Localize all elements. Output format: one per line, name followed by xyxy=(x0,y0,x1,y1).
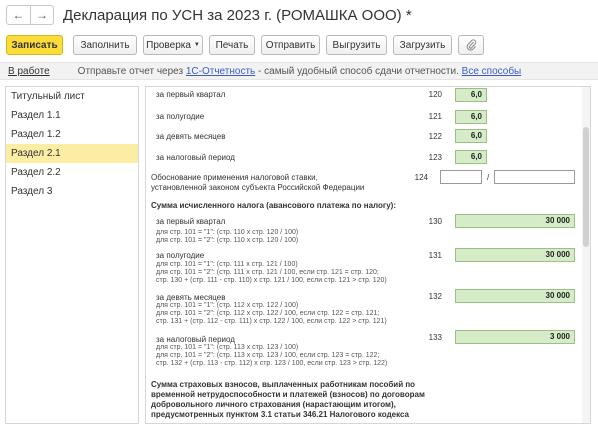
rate-row-code: 121 xyxy=(428,112,442,121)
scrollbar-thumb[interactable] xyxy=(583,127,589,247)
tax-row-code: 132 xyxy=(428,292,442,301)
insurance-heading: временной нетрудоспособности и платежей … xyxy=(151,390,425,399)
info-text-middle: - самый удобный способ сдачи отчетности. xyxy=(255,65,462,77)
insurance-heading: добровольного личного страхования (нарас… xyxy=(151,400,396,409)
tax-row-label: за первый квартал xyxy=(156,217,226,226)
sidebar-item-section-2-2[interactable]: Раздел 2.2 xyxy=(6,163,138,182)
tax-row-code: 130 xyxy=(428,217,442,226)
toolbar: Записать Заполнить Проверка ▼ Печать Отп… xyxy=(0,35,598,57)
tax-row-label: за полугодие xyxy=(156,251,205,260)
rate-row-label: за первый квартал xyxy=(156,90,226,99)
rate-justification-label-2: установленной законом субъекта Российско… xyxy=(151,183,365,192)
vertical-scrollbar[interactable] xyxy=(582,87,590,423)
fill-button[interactable]: Заполнить xyxy=(73,35,137,55)
save-button[interactable]: Записать xyxy=(6,35,63,55)
send-button[interactable]: Отправить xyxy=(261,35,320,55)
tax-row-formula: стр. 131 + (стр. 112 - стр. 111) x стр. … xyxy=(156,318,387,325)
rate-justification-input-1[interactable] xyxy=(440,170,482,184)
sidebar-item-section-1-1[interactable]: Раздел 1.1 xyxy=(6,106,138,125)
page-title: Декларация по УСН за 2023 г. (РОМАШКА ОО… xyxy=(63,6,412,24)
status-link[interactable]: В работе xyxy=(8,66,50,77)
tax-row-formula: стр. 130 + (стр. 111 - стр. 110) x стр. … xyxy=(156,277,387,284)
rate-justification-input-2[interactable] xyxy=(494,170,575,184)
info-text-start: Отправьте отчет через xyxy=(77,65,186,77)
rate-row-label: за полугодие xyxy=(156,112,205,121)
tax-row-value[interactable]: 3 000 xyxy=(455,330,575,344)
chevron-down-icon: ▼ xyxy=(193,42,200,48)
rate-justification-label: Обоснование применения налоговой ставки, xyxy=(151,173,318,182)
rate-justification-code: 124 xyxy=(414,173,428,182)
attach-button[interactable] xyxy=(458,35,484,55)
info-text: Отправьте отчет через 1С-Отчетность - са… xyxy=(78,66,522,77)
insurance-heading: Сумма страховых взносов, выплаченных раб… xyxy=(151,380,416,389)
back-arrow-icon[interactable]: ← xyxy=(7,6,30,24)
tax-row-code: 131 xyxy=(428,251,442,260)
sidebar-item-section-2-1[interactable]: Раздел 2.1 xyxy=(6,144,138,163)
forward-arrow-icon[interactable]: → xyxy=(30,6,53,24)
sidebar-item-section-1-2[interactable]: Раздел 1.2 xyxy=(6,125,138,144)
separator: / xyxy=(487,173,490,182)
rate-row-code: 123 xyxy=(428,153,442,162)
tax-row-value[interactable]: 30 000 xyxy=(455,248,575,262)
rate-row-code: 122 xyxy=(428,132,442,141)
insurance-heading: предусмотренных пунктом 3.1 статьи 346.2… xyxy=(151,410,409,419)
all-methods-link[interactable]: Все способы xyxy=(462,66,522,77)
rate-row-value[interactable]: 6,0 xyxy=(455,129,487,143)
rate-row-value[interactable]: 6,0 xyxy=(455,110,487,124)
import-button[interactable]: Загрузить xyxy=(393,35,452,55)
tax-row-code: 133 xyxy=(428,333,442,342)
rate-row-code: 120 xyxy=(428,90,442,99)
tax-row-value[interactable]: 30 000 xyxy=(455,214,575,228)
sections-sidebar: Титульный лист Раздел 1.1 Раздел 1.2 Раз… xyxy=(5,86,139,424)
info-bar: В работе Отправьте отчет через 1С-Отчетн… xyxy=(0,62,598,80)
title-bar: ← → Декларация по УСН за 2023 г. (РОМАШК… xyxy=(0,0,598,30)
paperclip-icon xyxy=(466,39,476,51)
check-button[interactable]: Проверка ▼ xyxy=(143,35,203,55)
export-button[interactable]: Выгрузить xyxy=(326,35,387,55)
nav-buttons: ← → xyxy=(6,5,54,25)
rate-row-value[interactable]: 6,0 xyxy=(455,150,487,164)
form-panel: за первый квартал 120 6,0 за полугодие 1… xyxy=(145,86,591,424)
rate-row-label: за девять месяцев xyxy=(156,132,226,141)
print-button[interactable]: Печать xyxy=(209,35,255,55)
check-button-label: Проверка xyxy=(146,39,191,51)
tax-section-heading: Сумма исчисленного налога (авансового пл… xyxy=(151,201,396,210)
sidebar-item-title-page[interactable]: Титульный лист xyxy=(6,87,138,106)
tax-row-value[interactable]: 30 000 xyxy=(455,289,575,303)
tax-row-formula: стр. 132 + (стр. 113 - стр. 112) x стр. … xyxy=(156,360,388,367)
tax-row-formula: для стр. 101 = "2": (стр. 110 x стр. 120… xyxy=(156,237,299,244)
rate-row-label: за налоговый период xyxy=(156,153,235,162)
sidebar-item-section-3[interactable]: Раздел 3 xyxy=(6,182,138,201)
reporting-service-link[interactable]: 1С-Отчетность xyxy=(186,66,255,77)
rate-row-value[interactable]: 6,0 xyxy=(455,88,487,102)
